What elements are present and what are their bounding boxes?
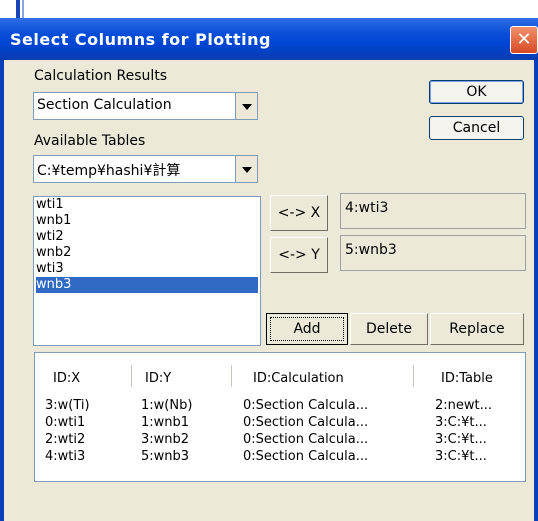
available-tables-dropdown[interactable]: C:¥temp¥hashi¥計算 bbox=[33, 155, 258, 183]
available-tables-label: Available Tables bbox=[34, 133, 146, 149]
available-tables-value: C:¥temp¥hashi¥計算 bbox=[37, 163, 181, 179]
table-cell[interactable]: 0:Section Calcula... bbox=[243, 432, 368, 447]
column-header-id-y[interactable]: ID:Y bbox=[145, 371, 171, 386]
background-window-edge bbox=[16, 0, 20, 18]
list-item-selected[interactable]: wnb3 bbox=[36, 277, 258, 293]
calculation-results-label: Calculation Results bbox=[34, 68, 168, 84]
table-cell[interactable]: 3:C:¥t... bbox=[435, 432, 487, 447]
add-button[interactable]: Add bbox=[266, 313, 348, 345]
list-item[interactable]: wnb1 bbox=[36, 213, 258, 229]
table-cell[interactable]: 1:w(Nb) bbox=[141, 398, 192, 413]
assign-y-button[interactable]: <-> Y bbox=[270, 237, 328, 273]
close-button[interactable]: ✕ bbox=[510, 26, 538, 54]
column-divider[interactable] bbox=[231, 365, 232, 387]
x-value-field: 4:wti3 bbox=[340, 193, 526, 229]
calculation-results-value: Section Calculation bbox=[37, 97, 172, 113]
columns-list[interactable]: wti1 wnb1 wti2 wnb2 wti3 wnb3 bbox=[33, 196, 261, 346]
column-header-id-x[interactable]: ID:X bbox=[53, 371, 80, 386]
table-cell[interactable]: 3:wnb2 bbox=[141, 432, 189, 447]
column-header-id-calculation[interactable]: ID:Calculation bbox=[253, 371, 344, 386]
table-cell[interactable]: 0:wti1 bbox=[45, 415, 85, 430]
column-header-id-table[interactable]: ID:Table bbox=[441, 371, 493, 386]
chevron-down-icon[interactable] bbox=[235, 93, 257, 119]
calculation-results-dropdown[interactable]: Section Calculation bbox=[33, 92, 258, 120]
y-value-field: 5:wnb3 bbox=[340, 235, 526, 271]
table-cell[interactable]: 0:Section Calcula... bbox=[243, 449, 368, 464]
table-cell[interactable]: 3:w(Ti) bbox=[45, 398, 90, 413]
chevron-down-icon[interactable] bbox=[235, 156, 257, 182]
list-item[interactable]: wnb2 bbox=[36, 245, 258, 261]
assign-x-button[interactable]: <-> X bbox=[270, 195, 328, 231]
table-cell[interactable]: 3:C:¥t... bbox=[435, 449, 487, 464]
column-divider[interactable] bbox=[131, 365, 132, 387]
cancel-button[interactable]: Cancel bbox=[429, 116, 524, 140]
replace-button[interactable]: Replace bbox=[430, 313, 524, 345]
table-cell[interactable]: 2:newt... bbox=[435, 398, 492, 413]
table-cell[interactable]: 0:Section Calcula... bbox=[243, 415, 368, 430]
ok-button[interactable]: OK bbox=[429, 80, 524, 104]
table-cell[interactable]: 3:C:¥t... bbox=[435, 415, 487, 430]
table-cell[interactable]: 1:wnb1 bbox=[141, 415, 189, 430]
table-cell[interactable]: 4:wti3 bbox=[45, 449, 85, 464]
background-window-edge-inner bbox=[22, 0, 24, 18]
list-item[interactable]: wti1 bbox=[36, 197, 258, 213]
table-cell[interactable]: 0:Section Calcula... bbox=[243, 398, 368, 413]
delete-button[interactable]: Delete bbox=[350, 313, 428, 345]
table-cell[interactable]: 2:wti2 bbox=[45, 432, 85, 447]
dialog-title: Select Columns for Plotting bbox=[10, 30, 271, 49]
data-grid[interactable]: ID:X ID:Y ID:Calculation ID:Table 3:w(Ti… bbox=[34, 352, 526, 482]
close-icon: ✕ bbox=[516, 29, 532, 50]
list-item[interactable]: wti3 bbox=[36, 261, 258, 277]
column-divider[interactable] bbox=[413, 365, 414, 387]
list-item[interactable]: wti2 bbox=[36, 229, 258, 245]
table-cell[interactable]: 5:wnb3 bbox=[141, 449, 189, 464]
